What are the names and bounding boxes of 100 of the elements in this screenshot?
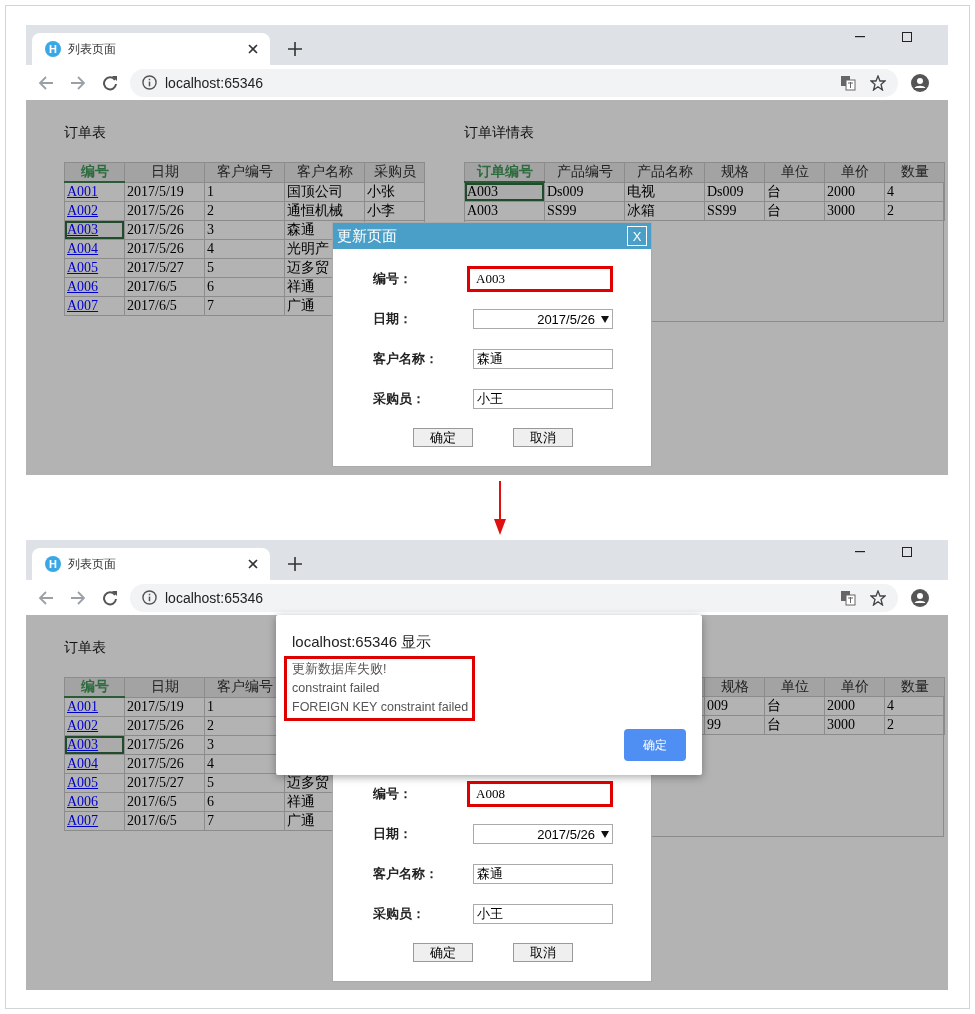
table-cell: 迈多贸	[287, 260, 329, 275]
translate-icon[interactable]	[840, 74, 856, 91]
browser-tab[interactable]: H 列表页面	[32, 33, 270, 65]
back-arrow-icon[interactable]	[38, 75, 54, 90]
table-cell: 迈多贸	[287, 775, 329, 790]
star-icon[interactable]	[870, 589, 886, 606]
table-header-cell[interactable]: 数量	[884, 162, 945, 182]
forward-arrow-icon[interactable]	[70, 590, 86, 605]
close-icon[interactable]	[248, 44, 258, 54]
field-label: 编号：	[373, 270, 413, 288]
alert-message: 更新数据库失败!	[292, 661, 388, 678]
maximize-icon[interactable]	[902, 32, 912, 42]
table-cell: 4	[207, 241, 214, 256]
date-dropdown[interactable]: 2017/5/26	[473, 309, 613, 329]
table-cell: 光明产	[287, 241, 329, 256]
table-header-cell[interactable]: 产品名称	[624, 162, 705, 182]
table-header-cell[interactable]: 单价	[824, 162, 885, 182]
input-field[interactable]: 森通	[473, 349, 613, 369]
table-header-cell[interactable]: 产品编号	[544, 162, 625, 182]
input-field[interactable]: A003	[467, 266, 613, 292]
tab-title: 列表页面	[68, 40, 117, 58]
forward-arrow-icon[interactable]	[70, 75, 86, 90]
table-cell: 2017/5/19	[127, 698, 184, 714]
table-cell: 2	[207, 718, 214, 733]
table-cell: A003	[467, 184, 499, 199]
account-icon[interactable]	[911, 588, 929, 607]
minimize-icon[interactable]	[855, 551, 865, 553]
field-label: 客户名称：	[373, 350, 439, 368]
input-field[interactable]: 小王	[473, 389, 613, 409]
table-cell: 台	[767, 203, 781, 218]
field-label: 采购员：	[373, 905, 426, 923]
caret-icon	[601, 315, 609, 323]
table-cell: 2017/6/5	[127, 298, 177, 313]
table-cell: 2	[887, 203, 894, 218]
input-field[interactable]: 森通	[473, 864, 613, 884]
table-cell: 6	[207, 279, 214, 294]
table-cell: 2017/5/26	[127, 241, 184, 256]
maximize-icon[interactable]	[902, 547, 912, 557]
translate-icon[interactable]	[840, 589, 856, 606]
browser-tab[interactable]: H 列表页面	[32, 548, 270, 580]
plus-icon[interactable]	[288, 557, 302, 571]
alert-title: localhost:65346 显示	[292, 633, 433, 652]
table-cell: 009	[707, 698, 728, 713]
field-label: 编号：	[373, 785, 413, 803]
close-icon[interactable]	[248, 559, 258, 569]
table-cell: 99	[707, 717, 721, 732]
table-header-cell[interactable]: 单位	[764, 677, 825, 697]
table-cell: 7	[207, 298, 214, 313]
table-cell: A003	[467, 203, 499, 218]
table-cell: Ds009	[707, 183, 744, 199]
account-icon[interactable]	[911, 73, 929, 92]
star-icon[interactable]	[870, 74, 886, 91]
dialog-button[interactable]: 确定	[413, 428, 473, 447]
minimize-icon[interactable]	[855, 36, 865, 38]
table-cell: Ds009	[547, 183, 584, 199]
table-cell: 冰箱	[627, 203, 655, 218]
table-cell: 3000	[827, 203, 855, 218]
dialog-button[interactable]: 取消	[513, 428, 573, 447]
table-cell: 通恒机械	[287, 203, 343, 218]
table-header-cell[interactable]: 客户编号	[204, 162, 285, 182]
reload-icon[interactable]	[102, 589, 118, 606]
table-cell: 电视	[627, 183, 655, 199]
site-logo-icon: H	[45, 41, 61, 57]
table-cell: 2017/6/5	[127, 794, 177, 809]
dialog-button[interactable]: 取消	[513, 943, 573, 962]
back-arrow-icon[interactable]	[38, 590, 54, 605]
table-header-cell[interactable]: 规格	[704, 677, 765, 697]
down-arrow-icon	[493, 480, 507, 535]
date-dropdown[interactable]: 2017/5/26	[473, 824, 613, 844]
table-cell: 3000	[827, 717, 855, 732]
plus-icon[interactable]	[288, 42, 302, 56]
table-cell: 2000	[827, 183, 855, 199]
address-bar[interactable]: localhost:65346	[130, 583, 898, 612]
table-header-cell[interactable]: 日期	[124, 677, 205, 697]
dialog-button[interactable]: 确定	[413, 943, 473, 962]
table-header-cell[interactable]: 日期	[124, 162, 205, 182]
table-header-cell[interactable]: 单位	[764, 162, 825, 182]
address-bar[interactable]: localhost:65346	[130, 68, 898, 97]
table-cell: 2017/5/27	[127, 260, 184, 275]
table-header-cell[interactable]: 单价	[824, 677, 885, 697]
table-header-cell[interactable]: 数量	[884, 677, 945, 697]
table-cell: 台	[767, 183, 781, 199]
table-title: 订单表	[64, 124, 106, 140]
site-logo-icon: H	[45, 556, 61, 572]
input-field[interactable]: A008	[467, 781, 613, 807]
table-cell: 小张	[367, 183, 395, 199]
table-header-cell[interactable]: 客户名称	[284, 162, 365, 182]
table-cell: 2017/5/19	[127, 183, 184, 199]
table-cell: 2017/5/26	[127, 737, 184, 752]
table-cell: 2017/5/27	[127, 775, 184, 790]
table-cell: 森通	[287, 222, 315, 237]
table-header-cell[interactable]: 采购员	[364, 162, 425, 182]
table-cell: SS99	[707, 203, 737, 218]
reload-icon[interactable]	[102, 74, 118, 91]
table-header-cell[interactable]: 规格	[704, 162, 765, 182]
table-cell: 台	[767, 717, 781, 732]
input-field[interactable]: 小王	[473, 904, 613, 924]
table-title: 订单表	[64, 639, 106, 655]
table-cell: 4	[207, 756, 214, 771]
table-cell: 5	[207, 775, 214, 790]
